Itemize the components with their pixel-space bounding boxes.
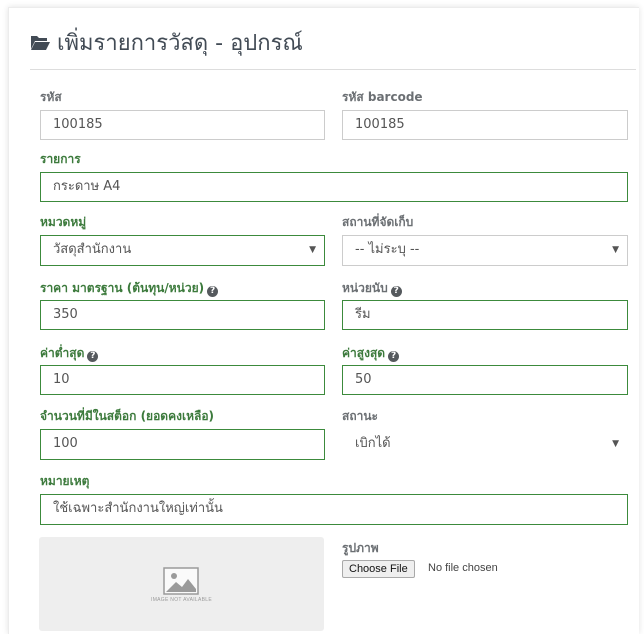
status-label: สถานะ	[342, 409, 378, 423]
max-qty-input[interactable]: 50	[342, 365, 628, 395]
barcode-label: รหัส barcode	[342, 90, 423, 104]
stock-qty-label: จำนวนที่มีในสต็อก (ยอดคงเหลือ)	[40, 409, 215, 423]
image-preview: IMAGE NOT AVAILABLE	[39, 537, 324, 631]
remark-input[interactable]: ใช้เฉพาะสำนักงานใหญ่เท่านั้น	[40, 494, 628, 525]
status-select[interactable]: เบิกได้ ▼	[342, 429, 628, 460]
storage-location-selected-value: -- ไม่ระบุ --	[355, 242, 420, 257]
min-qty-label: ค่าต่ำสุด?	[40, 344, 99, 363]
question-circle-icon[interactable]: ?	[207, 286, 219, 297]
standard-price-label: ราคา มาตรฐาน (ต้นทุน/หน่วย)?	[40, 279, 219, 298]
question-circle-icon[interactable]: ?	[388, 351, 400, 362]
unit-input[interactable]: รีม	[342, 300, 628, 330]
chevron-down-icon: ▼	[309, 245, 316, 255]
choose-file-button[interactable]: Choose File	[342, 560, 415, 578]
item-name-input[interactable]: กระดาษ A4	[40, 172, 628, 202]
max-qty-label: ค่าสูงสุด?	[342, 344, 400, 363]
category-label: หมวดหมู่	[40, 215, 87, 229]
title-divider	[30, 69, 636, 70]
file-status-text: No file chosen	[428, 562, 498, 574]
category-selected-value: วัสดุสำนักงาน	[53, 242, 132, 257]
unit-label: หน่วยนับ?	[342, 279, 402, 298]
min-qty-input[interactable]: 10	[40, 365, 325, 395]
folder-open-icon	[31, 36, 50, 50]
image-label: รูปภาพ	[342, 541, 379, 555]
code-label: รหัส	[40, 90, 62, 104]
code-input[interactable]: 100185	[40, 110, 325, 140]
unit-label-text: หน่วยนับ	[342, 281, 388, 295]
remark-label: หมายเหตุ	[40, 474, 90, 488]
storage-location-label: สถานที่จัดเก็บ	[342, 215, 414, 229]
panel-title-text: เพิ่มรายการวัสดุ - อุปกรณ์	[57, 31, 303, 56]
standard-price-label-text: ราคา มาตรฐาน (ต้นทุน/หน่วย)	[40, 281, 205, 295]
storage-location-select[interactable]: -- ไม่ระบุ -- ▼	[342, 235, 628, 266]
image-not-available-text: IMAGE NOT AVAILABLE	[151, 597, 212, 603]
chevron-down-icon: ▼	[612, 245, 619, 255]
barcode-input[interactable]: 100185	[342, 110, 628, 140]
min-qty-label-text: ค่าต่ำสุด	[40, 346, 85, 360]
max-qty-label-text: ค่าสูงสุด	[342, 346, 386, 360]
item-name-label: รายการ	[40, 152, 81, 166]
image-placeholder-icon	[163, 567, 199, 595]
question-circle-icon[interactable]: ?	[390, 286, 402, 297]
stock-qty-input[interactable]: 100	[40, 429, 325, 460]
standard-price-input[interactable]: 350	[40, 300, 325, 330]
status-selected-value: เบิกได้	[355, 436, 391, 451]
panel-title: เพิ่มรายการวัสดุ - อุปกรณ์	[30, 25, 303, 60]
question-circle-icon[interactable]: ?	[87, 351, 99, 362]
chevron-down-icon: ▼	[612, 439, 619, 449]
category-select[interactable]: วัสดุสำนักงาน ▼	[40, 235, 325, 266]
